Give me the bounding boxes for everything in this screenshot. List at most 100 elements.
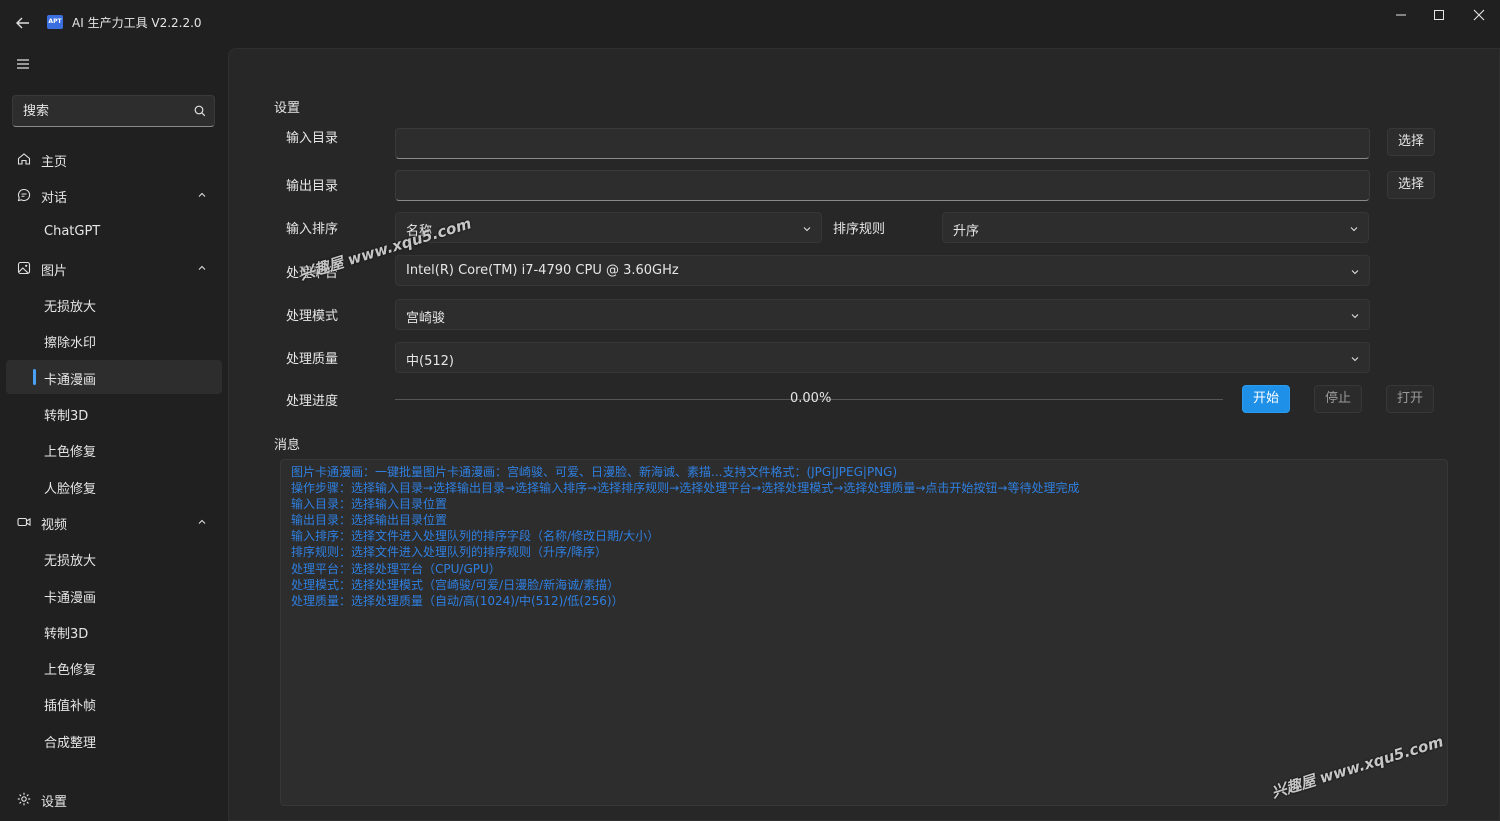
sidebar-item-label: 对话 — [41, 191, 68, 207]
quality-combobox[interactable]: 中(512) — [395, 342, 1370, 373]
output-dir-input[interactable] — [396, 171, 1369, 200]
messages-section-title: 消息 — [274, 438, 301, 453]
stop-button[interactable]: 停止 — [1314, 385, 1362, 413]
sidebar-item-video-cartoon[interactable]: 卡通漫画 — [6, 578, 222, 612]
sort-rule-label: 排序规则 — [833, 222, 886, 237]
chevron-down-icon — [803, 227, 811, 232]
maximize-icon — [1434, 10, 1444, 20]
sidebar-item-image[interactable]: 图片 — [6, 251, 222, 285]
sidebar-item-image-3d[interactable]: 转制3D — [6, 396, 222, 430]
chevron-down-icon — [1351, 357, 1359, 362]
sidebar-item-label: 人脸修复 — [44, 481, 97, 497]
main-panel: 设置 输入目录 选择 输出目录 选择 输入排序 名称 排序规则 升序 处理平台 … — [228, 48, 1500, 821]
message-line: 图片卡通漫画：一键批量图片卡通漫画：宫崎骏、可爱、日漫脸、新海诚、素描...支持… — [291, 465, 898, 479]
sidebar-nav: 主页 对话 ChatGPT 图片 无损放大 擦除水印 卡通漫画 转制3D 上色修… — [6, 142, 222, 759]
mode-combobox[interactable]: 宫崎骏 — [395, 299, 1370, 330]
sidebar-item-image-cartoon[interactable]: 卡通漫画 — [6, 359, 222, 394]
progress-label: 处理进度 — [286, 394, 339, 409]
sort-rule-value: 升序 — [953, 224, 980, 239]
open-button[interactable]: 打开 — [1386, 385, 1434, 413]
mode-label: 处理模式 — [286, 309, 339, 324]
sidebar-item-label: ChatGPT — [44, 223, 101, 239]
sort-rule-combobox[interactable]: 升序 — [942, 212, 1369, 243]
sidebar-item-erase-watermark[interactable]: 擦除水印 — [6, 323, 222, 357]
progress-percent: 0.00% — [790, 391, 832, 406]
sidebar-item-label: 卡通漫画 — [44, 590, 97, 606]
start-button[interactable]: 开始 — [1242, 385, 1290, 413]
sidebar-item-label: 设置 — [41, 795, 68, 810]
sidebar-item-home[interactable]: 主页 — [6, 142, 222, 176]
sidebar-item-video-3d[interactable]: 转制3D — [6, 614, 222, 648]
hamburger-menu-button[interactable] — [12, 54, 34, 74]
video-icon — [17, 517, 31, 527]
search-input[interactable] — [23, 96, 183, 126]
chevron-down-icon — [1351, 270, 1359, 275]
close-button[interactable] — [1464, 6, 1494, 26]
message-log[interactable]: 图片卡通漫画：一键批量图片卡通漫画：宫崎骏、可爱、日漫脸、新海诚、素描...支持… — [280, 459, 1448, 806]
chevron-up-icon[interactable] — [196, 516, 208, 528]
sidebar-item-label: 上色修复 — [44, 663, 97, 679]
input-dir-label: 输入目录 — [286, 131, 339, 146]
title-bar: APT AI 生产力工具 V2.2.2.0 — [0, 0, 1500, 46]
chevron-up-icon[interactable] — [196, 189, 208, 201]
sidebar-item-video-colorize[interactable]: 上色修复 — [6, 650, 222, 684]
maximize-button[interactable] — [1424, 6, 1454, 26]
message-line: 处理模式：选择处理模式（宫崎骏/可爱/日漫脸/新海诚/素描） — [291, 577, 620, 592]
select-output-dir-button[interactable]: 选择 — [1387, 171, 1435, 199]
message-line: 处理质量：选择处理质量（自动/高(1024)/中(512)/低(256)） — [291, 593, 624, 608]
sidebar-item-settings[interactable]: 设置 — [6, 782, 222, 816]
sidebar-item-label: 转制3D — [44, 409, 89, 425]
app-logo: APT — [47, 15, 63, 29]
sidebar-item-image-upscale[interactable]: 无损放大 — [6, 287, 222, 321]
message-line: 输入排序：选择文件进入处理队列的排序字段（名称/修改日期/大小） — [291, 529, 660, 544]
search-box[interactable] — [12, 95, 215, 127]
sidebar-item-compose[interactable]: 合成整理 — [6, 723, 222, 757]
gear-icon — [17, 792, 31, 806]
quality-label: 处理质量 — [286, 352, 339, 367]
sidebar-item-video-upscale[interactable]: 无损放大 — [6, 541, 222, 575]
sidebar-item-chatgpt[interactable]: ChatGPT — [6, 215, 222, 249]
sidebar-item-face-restore[interactable]: 人脸修复 — [6, 469, 222, 503]
home-icon — [17, 153, 31, 165]
chevron-down-icon — [1351, 314, 1359, 319]
mode-value: 宫崎骏 — [406, 311, 446, 326]
sidebar-item-label: 插值补帧 — [44, 699, 97, 715]
output-dir-label: 输出目录 — [286, 179, 339, 194]
settings-section-title: 设置 — [274, 101, 301, 116]
message-line: 输入目录：选择输入目录位置 — [291, 497, 448, 512]
sort-label: 输入排序 — [286, 222, 339, 237]
sidebar-item-label: 上色修复 — [44, 445, 97, 461]
sidebar-item-chat[interactable]: 对话 — [6, 178, 222, 212]
window-title: AI 生产力工具 V2.2.2.0 — [72, 16, 202, 30]
output-dir-field[interactable] — [395, 170, 1370, 201]
sidebar-item-frame-interpolation[interactable]: 插值补帧 — [6, 686, 222, 720]
platform-combobox[interactable]: Intel(R) Core(TM) i7-4790 CPU @ 3.60GHz — [395, 255, 1370, 286]
sidebar-item-label: 卡通漫画 — [44, 372, 97, 388]
sidebar-item-image-colorize[interactable]: 上色修复 — [6, 432, 222, 466]
back-button[interactable] — [12, 12, 34, 34]
active-indicator — [33, 368, 36, 385]
quality-value: 中(512) — [406, 354, 454, 369]
sidebar-item-label: 图片 — [41, 263, 68, 279]
select-input-dir-button[interactable]: 选择 — [1387, 128, 1435, 156]
minimize-button[interactable] — [1386, 6, 1416, 26]
message-line: 处理平台：选择处理平台（CPU/GPU） — [291, 561, 501, 576]
sidebar-item-label: 转制3D — [44, 626, 89, 642]
chat-icon — [17, 189, 31, 202]
sidebar-item-label: 擦除水印 — [44, 336, 97, 352]
sidebar-item-label: 无损放大 — [44, 554, 97, 570]
close-icon — [1473, 9, 1485, 21]
chevron-up-icon[interactable] — [196, 262, 208, 274]
minimize-icon — [1396, 14, 1406, 16]
platform-value: Intel(R) Core(TM) i7-4790 CPU @ 3.60GHz — [406, 263, 679, 278]
message-line: 操作步骤：选择输入目录→选择输出目录→选择输入排序→选择排序规则→选择处理平台→… — [291, 481, 1080, 496]
image-icon — [17, 261, 31, 274]
search-icon[interactable] — [193, 104, 207, 118]
sidebar-item-label: 无损放大 — [44, 300, 97, 316]
sidebar-item-label: 视频 — [41, 517, 68, 533]
sidebar-item-video[interactable]: 视频 — [6, 505, 222, 539]
hamburger-icon — [17, 59, 29, 69]
input-dir-field[interactable] — [395, 128, 1370, 159]
input-dir-input[interactable] — [396, 129, 1369, 158]
sidebar-item-label: 主页 — [41, 155, 68, 170]
